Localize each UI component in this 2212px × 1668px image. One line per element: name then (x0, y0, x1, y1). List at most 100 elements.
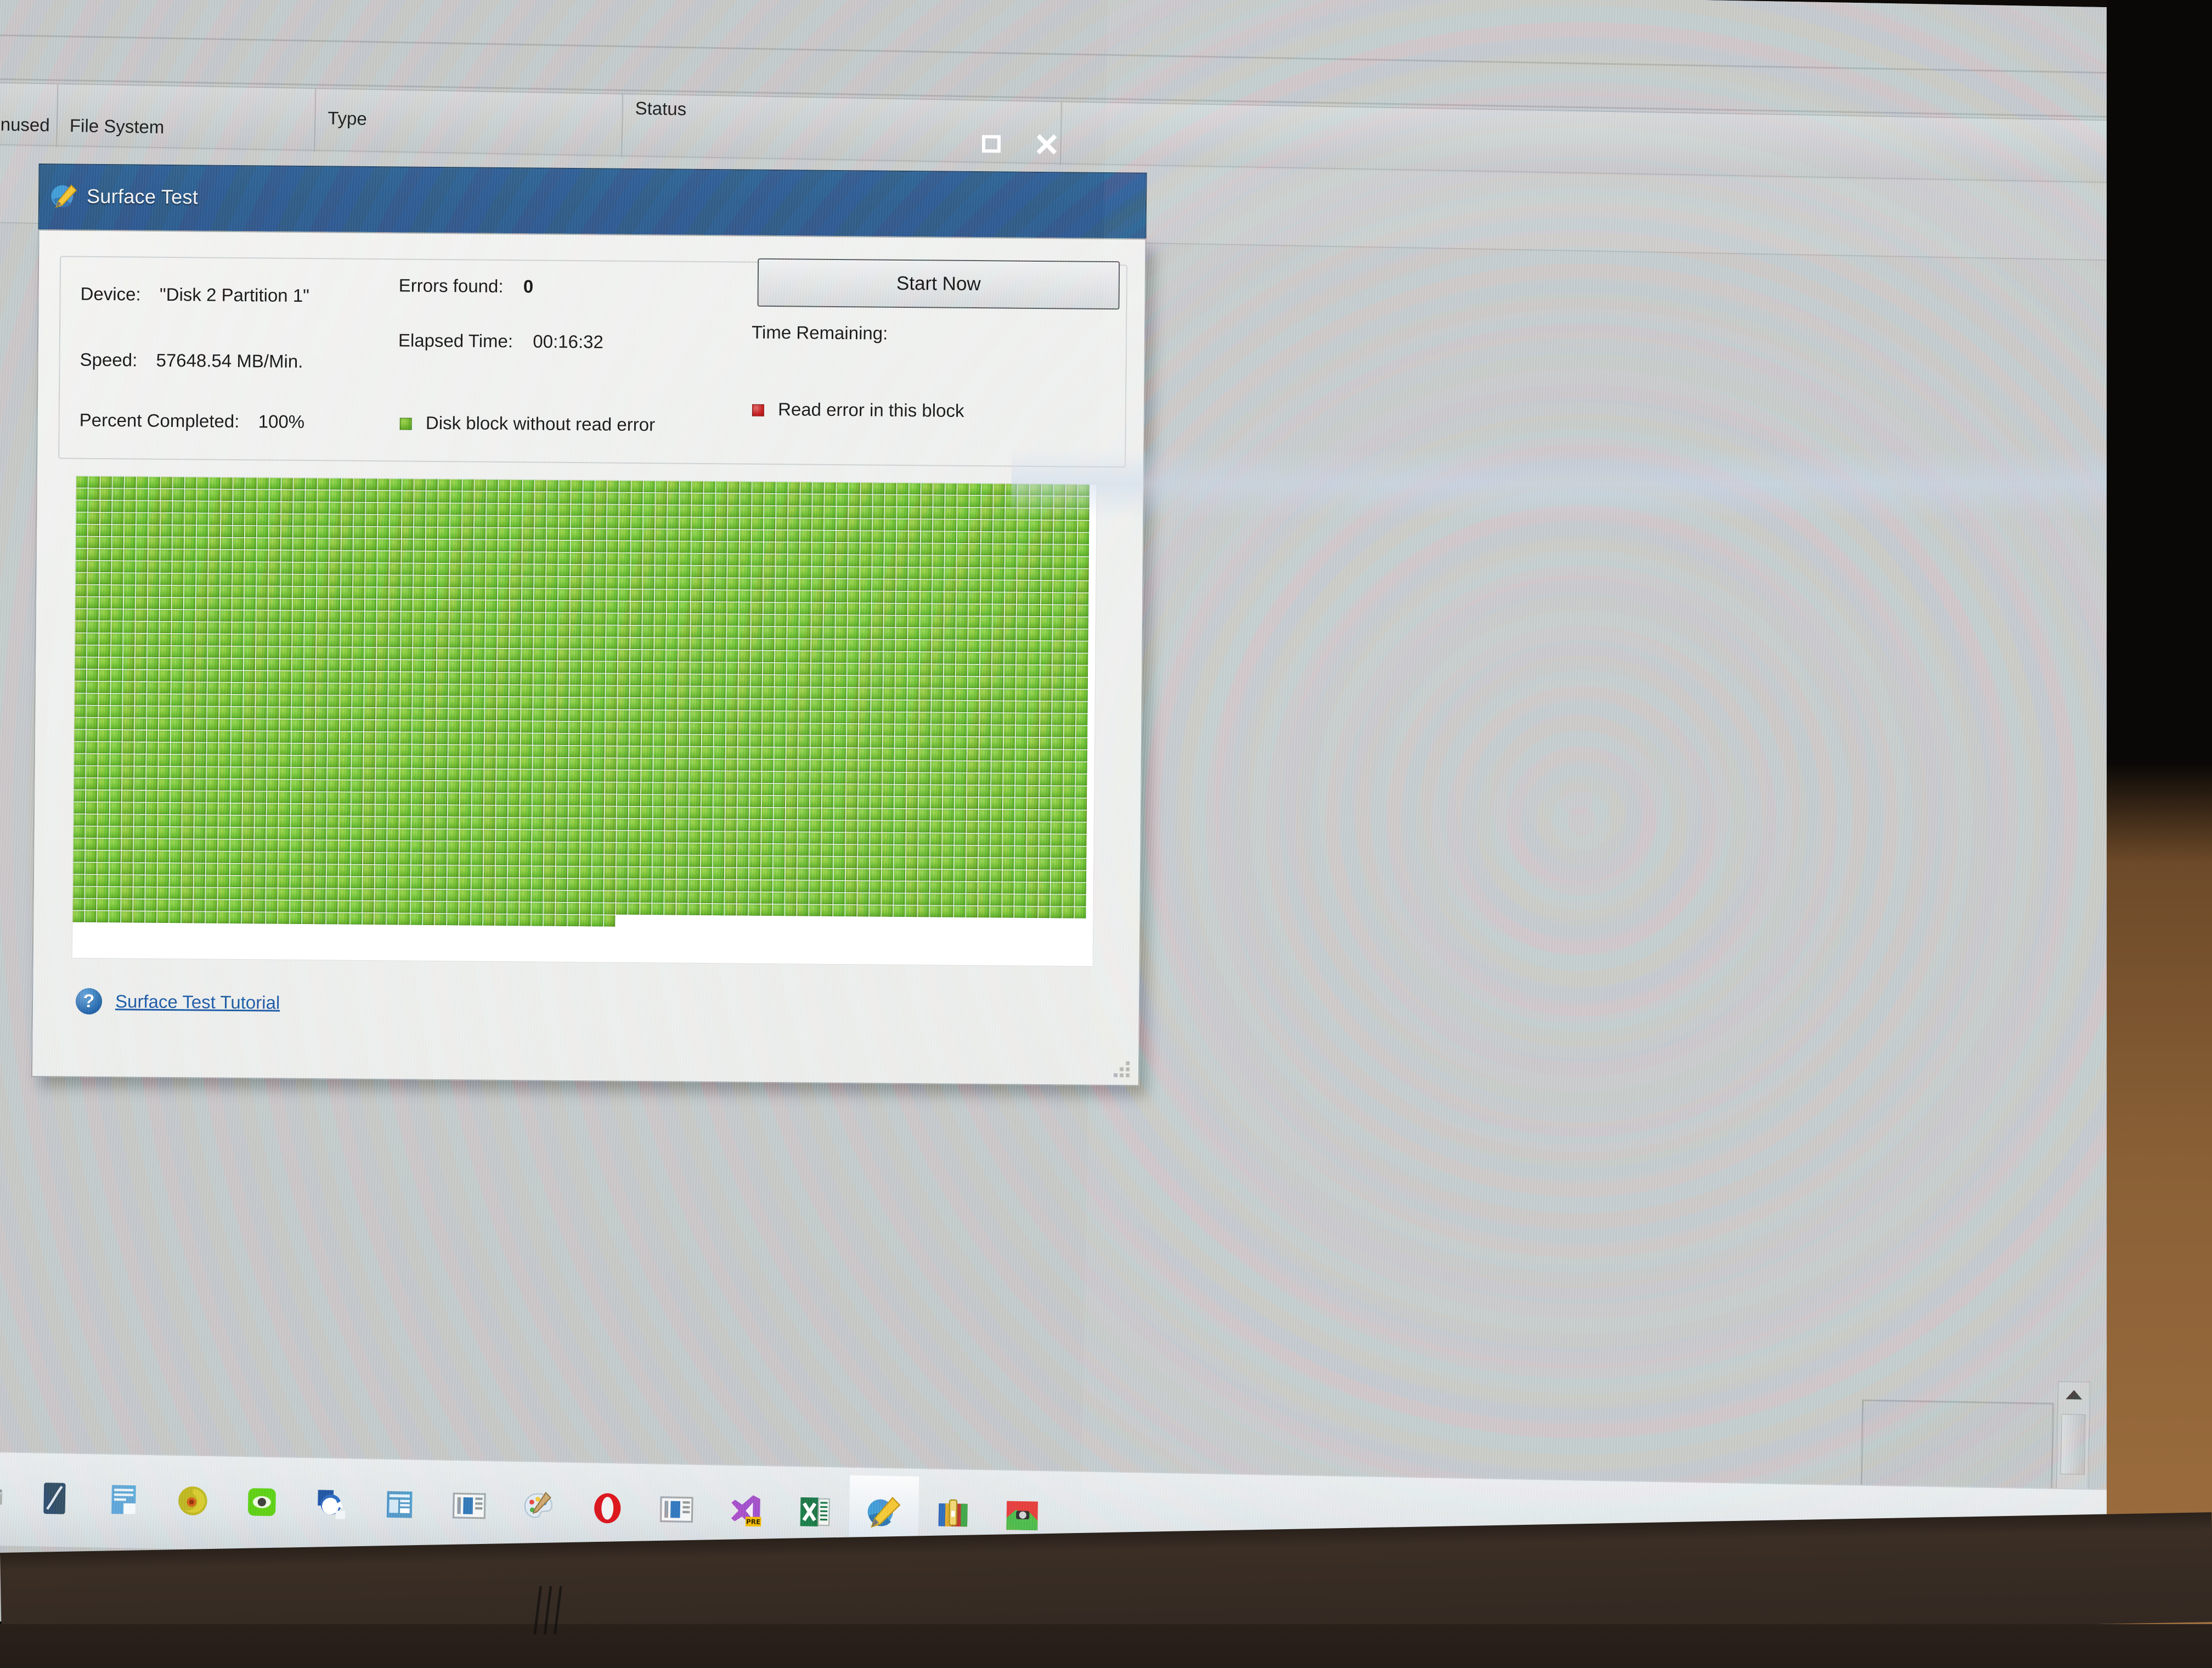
disk-block (232, 598, 244, 610)
disk-block (135, 634, 146, 645)
disk-block (520, 878, 531, 889)
disk-block (883, 664, 895, 675)
disk-block (100, 512, 111, 524)
disk-block (703, 626, 714, 638)
taskbar-item-document[interactable] (88, 1462, 159, 1540)
disk-block (676, 880, 688, 891)
disk-block (1017, 520, 1029, 532)
disk-block (254, 864, 266, 875)
disk-block (376, 744, 387, 756)
disk-block (97, 826, 109, 838)
disk-block (306, 478, 317, 489)
disk-block (1076, 714, 1087, 725)
start-now-button[interactable]: Start Now (757, 258, 1120, 309)
disk-block (340, 732, 351, 743)
taskbar-item-sync[interactable] (296, 1466, 366, 1543)
taskbar-item-media[interactable] (157, 1463, 228, 1541)
disk-block (860, 567, 871, 578)
disk-block (233, 501, 244, 513)
disk-block (546, 589, 557, 600)
disk-block (483, 830, 495, 841)
disk-block (426, 503, 437, 515)
disk-block (315, 731, 327, 743)
scrollbar-thumb[interactable] (2061, 1414, 2086, 1475)
disk-block (978, 846, 990, 857)
disk-block (293, 526, 304, 538)
taskbar-item-mail[interactable] (0, 1460, 21, 1537)
disk-block (136, 585, 147, 597)
disk-block (462, 503, 473, 515)
disk-block (618, 674, 629, 685)
disk-block (834, 796, 845, 808)
disk-block (402, 539, 413, 550)
disk-block (1029, 508, 1041, 520)
disk-block (737, 771, 749, 783)
disk-block (508, 805, 520, 817)
disk-block (533, 661, 545, 672)
taskbar-item-paint[interactable] (503, 1469, 573, 1547)
column-header-type[interactable]: Type (315, 89, 623, 157)
disk-block (450, 527, 461, 539)
disk-block (230, 767, 242, 779)
disk-block (413, 672, 424, 684)
disk-block (134, 754, 146, 765)
taskbar-item-green-eye[interactable] (227, 1464, 297, 1542)
disk-block (447, 889, 459, 901)
disk-block (799, 663, 810, 674)
disk-block (206, 803, 218, 815)
disk-block (496, 745, 508, 757)
close-button[interactable] (1021, 122, 1072, 167)
disk-block (280, 599, 292, 610)
disk-block (1075, 895, 1086, 906)
surface-test-tutorial-link[interactable]: ? Surface Test Tutorial (76, 988, 280, 1016)
scroll-up-icon[interactable] (2066, 1390, 2082, 1400)
disk-block (629, 794, 640, 806)
disk-block (714, 650, 726, 662)
disk-block (136, 622, 147, 633)
disk-block (942, 846, 953, 857)
disk-block (159, 694, 170, 706)
disk-block-map[interactable] (72, 476, 1097, 967)
disk-block (98, 778, 109, 790)
disk-block (485, 661, 496, 672)
disk-block (872, 604, 883, 615)
disk-block (653, 807, 664, 818)
disk-block (654, 674, 665, 685)
resize-grip-icon[interactable] (1111, 1058, 1130, 1077)
disk-block (968, 604, 980, 616)
disk-block (98, 814, 109, 826)
disk-block (702, 674, 714, 686)
disk-block (145, 911, 156, 923)
disk-block (833, 856, 845, 868)
disk-block (592, 770, 604, 781)
disk-block (255, 731, 267, 742)
disk-block (158, 815, 170, 826)
disk-block (351, 889, 362, 900)
disk-block (954, 882, 966, 893)
disk-block (774, 771, 785, 783)
taskbar-item-opera[interactable] (572, 1470, 642, 1548)
column-header-file-system[interactable]: File System (57, 84, 316, 152)
disk-block (640, 903, 651, 915)
disk-block (88, 512, 99, 524)
disk-block (172, 622, 183, 633)
disk-block (764, 494, 775, 505)
dialog-titlebar[interactable]: Surface Test (38, 164, 1147, 239)
disk-block (809, 881, 821, 892)
disk-block (571, 480, 583, 492)
disk-block (293, 514, 304, 526)
taskbar-item-file-explorer-2[interactable] (641, 1472, 712, 1549)
maximize-button[interactable] (966, 122, 1017, 166)
disk-block (486, 528, 498, 539)
disk-block (485, 649, 496, 660)
disk-block (423, 889, 435, 901)
taskbar-item-file-explorer-1[interactable] (434, 1468, 504, 1546)
disk-block (774, 747, 786, 759)
column-header-unused[interactable]: Unused (0, 83, 58, 148)
disk-block (147, 658, 159, 669)
disk-block (955, 773, 966, 785)
disk-block (617, 698, 629, 709)
disk-block (401, 587, 413, 599)
taskbar-item-news[interactable] (365, 1467, 435, 1545)
taskbar-item-editor[interactable] (19, 1461, 89, 1539)
